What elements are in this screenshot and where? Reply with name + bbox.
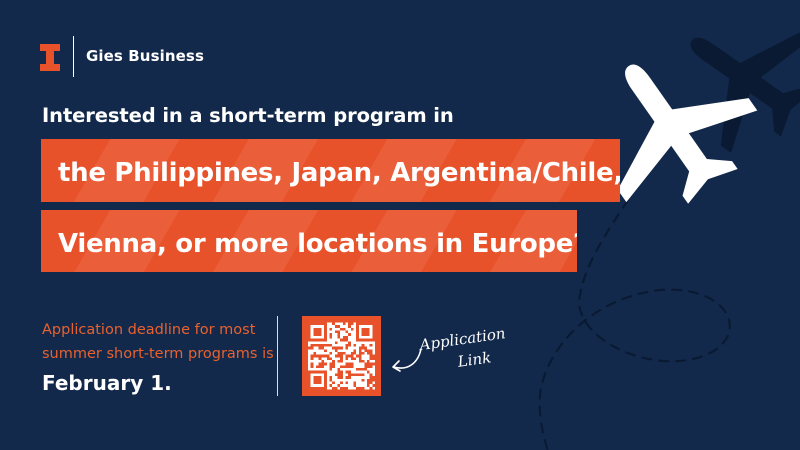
block-i-logo-icon — [40, 44, 60, 71]
application-link-label[interactable]: Application Link — [415, 322, 512, 378]
promo-slide: Gies Business Interested in a short-term… — [0, 0, 800, 450]
deadline-text-line-2: summer short-term programs is — [42, 346, 274, 362]
locations-banner-1: the Philippines, Japan, Argentina/Chile, — [41, 139, 620, 202]
brand-name: Gies Business — [86, 47, 204, 65]
section-divider — [277, 316, 278, 396]
qr-code-icon[interactable] — [308, 322, 375, 390]
qr-code-panel[interactable] — [302, 316, 381, 396]
deadline-date: February 1. — [42, 371, 172, 395]
logo-divider — [73, 36, 74, 77]
headline: Interested in a short-term program in — [42, 104, 454, 127]
locations-banner-2: Vienna, or more locations in Europe? — [41, 210, 577, 272]
deadline-text-line-1: Application deadline for most — [42, 322, 256, 338]
locations-banner-2-text: Vienna, or more locations in Europe? — [58, 229, 577, 259]
locations-banner-1-text: the Philippines, Japan, Argentina/Chile, — [58, 158, 620, 188]
